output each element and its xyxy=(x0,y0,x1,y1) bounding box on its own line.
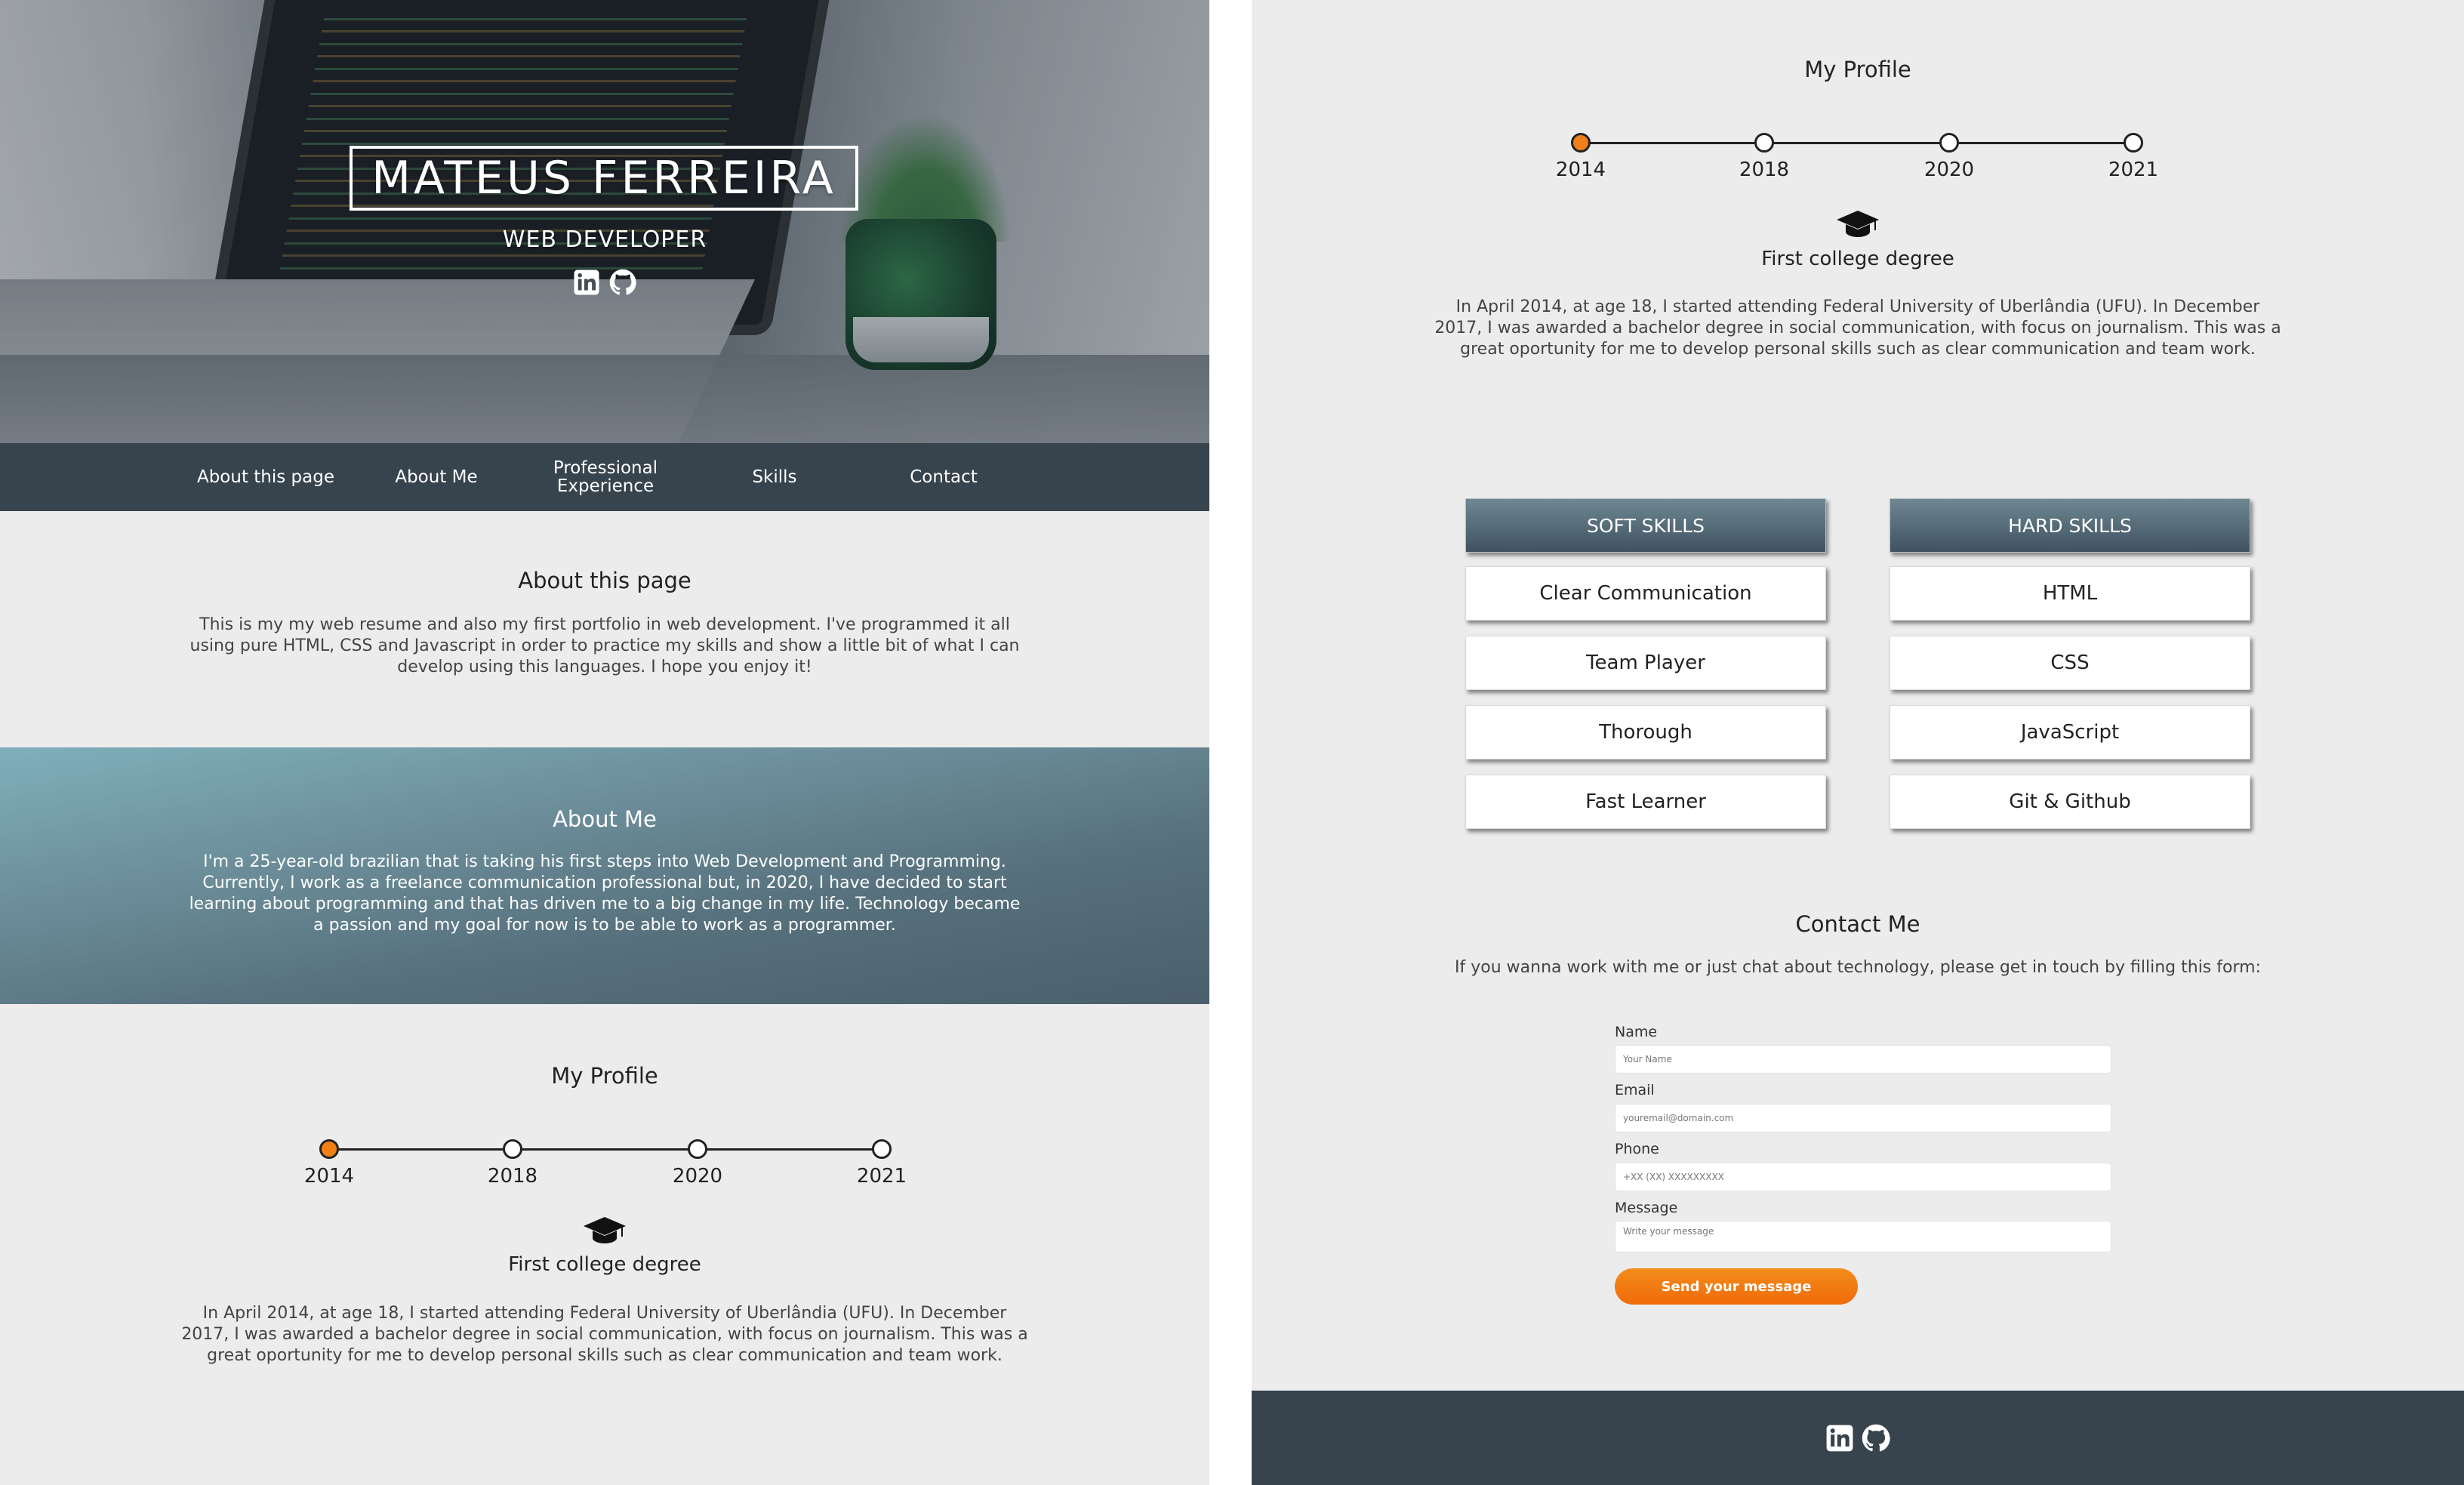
timeline-dot-2021[interactable] xyxy=(872,1139,892,1159)
hard-skill-item: JavaScript xyxy=(1890,705,2250,759)
timeline-line xyxy=(329,1148,882,1151)
linkedin-icon[interactable] xyxy=(1825,1424,1854,1453)
phone-label: Phone xyxy=(1615,1141,1659,1157)
timeline-line xyxy=(1581,142,2133,144)
footer xyxy=(1252,1391,2464,1485)
timeline-dot-2020[interactable] xyxy=(688,1139,707,1159)
soft-skill-item: Clear Communication xyxy=(1465,566,1826,621)
about-me-title: About Me xyxy=(553,806,657,832)
timeline-year: 2014 xyxy=(1555,159,1606,181)
soft-skill-item: Team Player xyxy=(1465,636,1826,690)
name-field[interactable]: Your Name xyxy=(1615,1045,2111,1074)
hero-overlay xyxy=(0,0,1209,443)
send-message-button[interactable]: Send your message xyxy=(1615,1268,1858,1305)
timeline-dot-2018[interactable] xyxy=(503,1139,522,1159)
degree-text: In April 2014, at age 18, I started atte… xyxy=(1434,297,2281,359)
footer-social-links xyxy=(1252,1424,2464,1453)
timeline-dot-2014[interactable] xyxy=(319,1139,339,1159)
hero-role: WEB DEVELOPER xyxy=(502,226,707,253)
profile-title: My Profile xyxy=(551,1063,658,1089)
timeline-year: 2021 xyxy=(2108,159,2159,181)
email-label: Email xyxy=(1615,1082,1655,1098)
timeline-year: 2020 xyxy=(1923,159,1975,181)
message-field[interactable]: Write your message xyxy=(1615,1221,2111,1252)
hard-skill-item: CSS xyxy=(1890,636,2250,690)
contact-intro: If you wanna work with me or just chat a… xyxy=(1455,958,2261,977)
linkedin-icon[interactable] xyxy=(573,269,600,296)
hard-skills-header: HARD SKILLS xyxy=(1890,498,2250,553)
github-icon[interactable] xyxy=(1862,1424,1890,1453)
timeline-dot-2020[interactable] xyxy=(1939,133,1959,153)
degree-title: First college degree xyxy=(1761,248,1954,270)
right-page-view: My Profile 2014 2018 2020 2021 First col… xyxy=(1252,0,2464,1485)
hero-social-links xyxy=(0,269,1209,296)
nav-about-me[interactable]: About Me xyxy=(361,443,512,511)
hero-banner: MATEUS FERREIRA WEB DEVELOPER xyxy=(0,0,1209,443)
timeline-year: 2018 xyxy=(487,1165,538,1188)
soft-skill-item: Thorough xyxy=(1465,705,1826,759)
profile-title: My Profile xyxy=(1804,57,1911,82)
soft-skill-item: Fast Learner xyxy=(1465,775,1826,829)
main-navigation: About this page About Me Professional Ex… xyxy=(0,443,1209,511)
timeline-year: 2014 xyxy=(303,1165,355,1188)
phone-field[interactable]: +XX (XX) XXXXXXXXX xyxy=(1615,1163,2111,1191)
hard-skill-item: HTML xyxy=(1890,566,2250,621)
email-field[interactable]: youremail@domain.com xyxy=(1615,1104,2111,1132)
timeline-dot-2021[interactable] xyxy=(2124,133,2143,153)
left-page-view: MATEUS FERREIRA WEB DEVELOPER About this… xyxy=(0,0,1209,1485)
degree-text: In April 2014, at age 18, I started atte… xyxy=(181,1304,1028,1365)
timeline-dot-2014[interactable] xyxy=(1571,133,1591,153)
nav-contact[interactable]: Contact xyxy=(868,443,1019,511)
nav-professional-experience[interactable]: Professional Experience xyxy=(537,443,673,511)
timeline-year: 2020 xyxy=(672,1165,723,1188)
nav-about-page[interactable]: About this page xyxy=(190,443,341,511)
degree-title: First college degree xyxy=(508,1253,701,1276)
timeline-year: 2018 xyxy=(1739,159,1790,181)
message-label: Message xyxy=(1615,1200,1678,1216)
timeline-year: 2021 xyxy=(856,1165,907,1188)
about-page-text: This is my my web resume and also my fir… xyxy=(189,615,1020,676)
hero-name: MATEUS FERREIRA xyxy=(350,146,858,211)
name-label: Name xyxy=(1615,1024,1658,1040)
about-me-section: About Me I'm a 25-year-old brazilian tha… xyxy=(0,747,1209,1004)
about-page-title: About this page xyxy=(518,568,691,593)
contact-title: Contact Me xyxy=(1795,911,1920,937)
soft-skills-header: SOFT SKILLS xyxy=(1465,498,1826,553)
timeline-dot-2018[interactable] xyxy=(1754,133,1774,153)
graduation-cap-icon xyxy=(584,1217,626,1243)
github-icon[interactable] xyxy=(609,269,636,296)
about-me-text: I'm a 25-year-old brazilian that is taki… xyxy=(189,852,1021,935)
nav-skills[interactable]: Skills xyxy=(699,443,850,511)
graduation-cap-icon xyxy=(1837,211,1879,237)
hard-skill-item: Git & Github xyxy=(1890,775,2250,829)
